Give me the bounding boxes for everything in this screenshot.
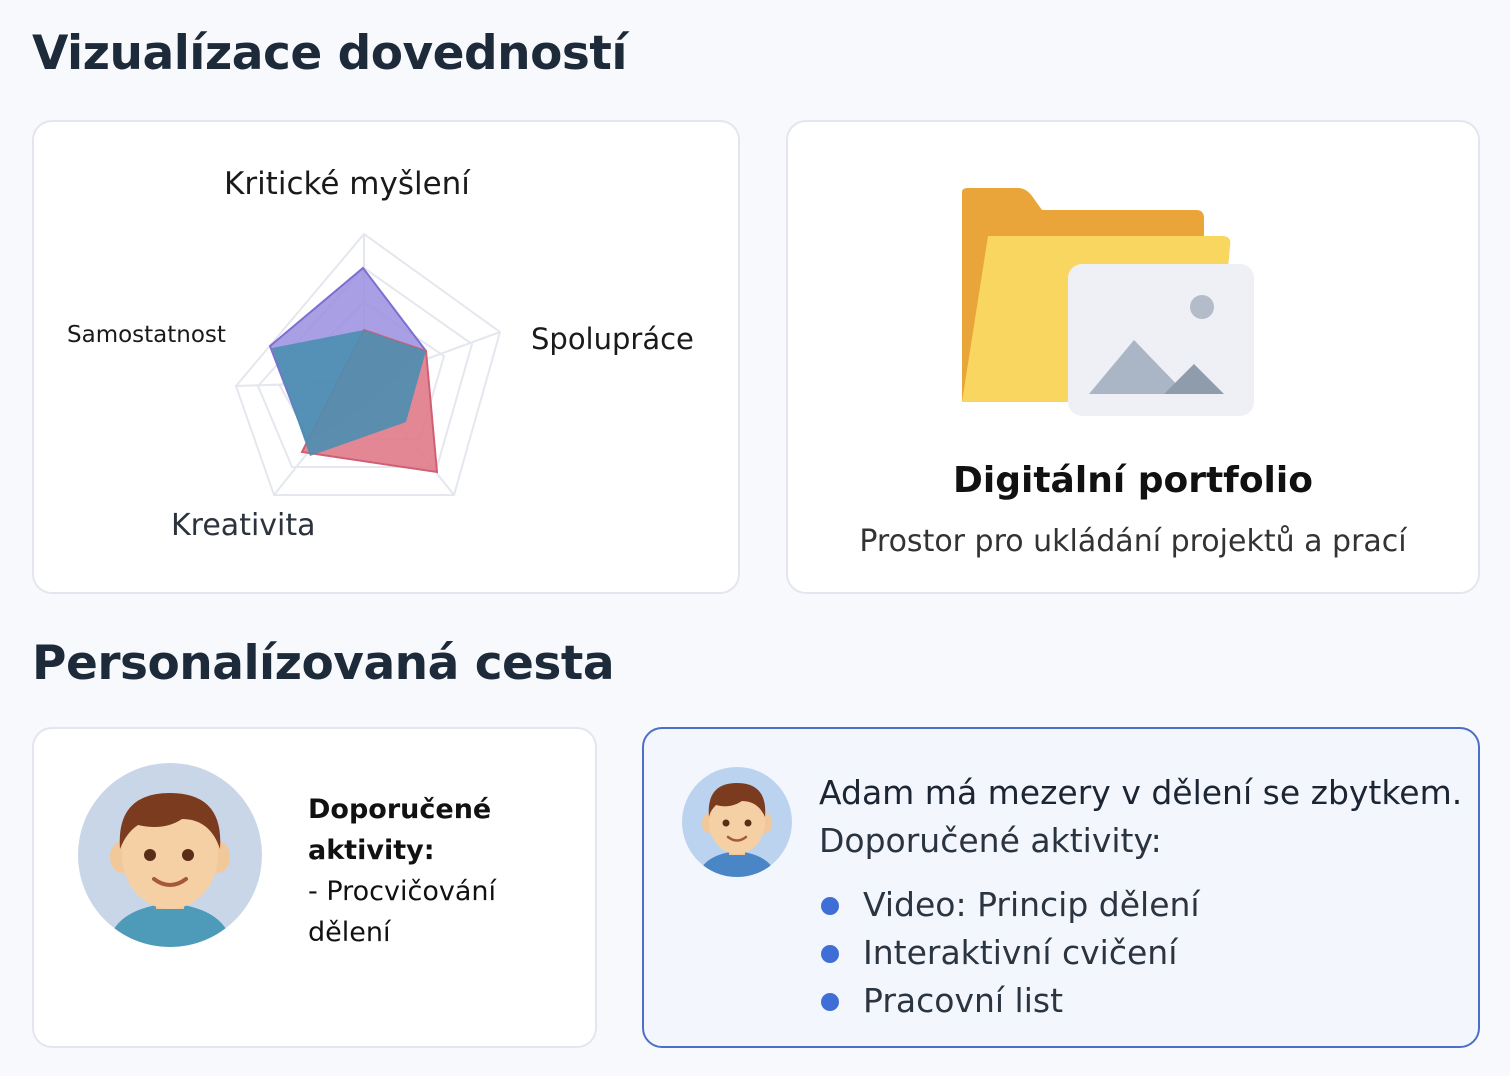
- portfolio-description: Prostor pro ukládání projektů a prací: [859, 524, 1407, 559]
- radar-axis-label-critical-thinking: Kritické myšlení: [224, 166, 470, 202]
- path-section-title: Personalízovaná cesta: [32, 636, 615, 691]
- activity-label: Video: Princip dělení: [863, 885, 1200, 924]
- skills-section-title: Vizualízace dovedností: [32, 26, 627, 81]
- skills-radar-card: Kritické myšlení Spolupráce Samostatnost…: [32, 120, 740, 594]
- bullet-dot-icon: [821, 945, 839, 963]
- radar-axis-label-creativity: Kreativita: [171, 508, 316, 543]
- recommended-activities-card: Doporučené aktivity: - Procvičování děle…: [32, 727, 597, 1048]
- student-avatar: [682, 767, 792, 877]
- folder-image-icon: [962, 188, 1254, 416]
- alert-message: Adam má mezery v dělení se zbytkem.: [819, 773, 1463, 812]
- activity-interactive-exercise[interactable]: Interaktivní cvičení: [819, 929, 1200, 977]
- radar-axis-label-independence: Samostatnost: [67, 322, 226, 348]
- bullet-dot-icon: [821, 993, 839, 1011]
- portfolio-title: Digitální portfolio: [953, 460, 1313, 501]
- radar-axis-label-collaboration: Spolupráce: [531, 322, 694, 356]
- recommended-activities-heading: Doporučené aktivity:: [308, 794, 492, 866]
- bullet-dot-icon: [821, 897, 839, 915]
- student-avatar: [78, 763, 262, 947]
- recommended-activities-list: Video: Princip dělení Interaktivní cviče…: [819, 881, 1200, 1025]
- activity-video[interactable]: Video: Princip dělení: [819, 881, 1200, 929]
- student-gap-alert-card: Adam má mezery v dělení se zbytkem. Dopo…: [642, 727, 1480, 1048]
- activity-worksheet[interactable]: Pracovní list: [819, 977, 1200, 1025]
- page: Vizualízace dovedností Kritické myšlení …: [0, 0, 1510, 1076]
- activity-label: Pracovní list: [863, 981, 1064, 1020]
- digital-portfolio-card[interactable]: Digitální portfolio Prostor pro ukládání…: [786, 120, 1480, 594]
- activity-label: Interaktivní cvičení: [863, 933, 1178, 972]
- recommended-activity-item: - Procvičování dělení: [308, 876, 496, 948]
- alert-subheading: Doporučené aktivity:: [819, 821, 1162, 860]
